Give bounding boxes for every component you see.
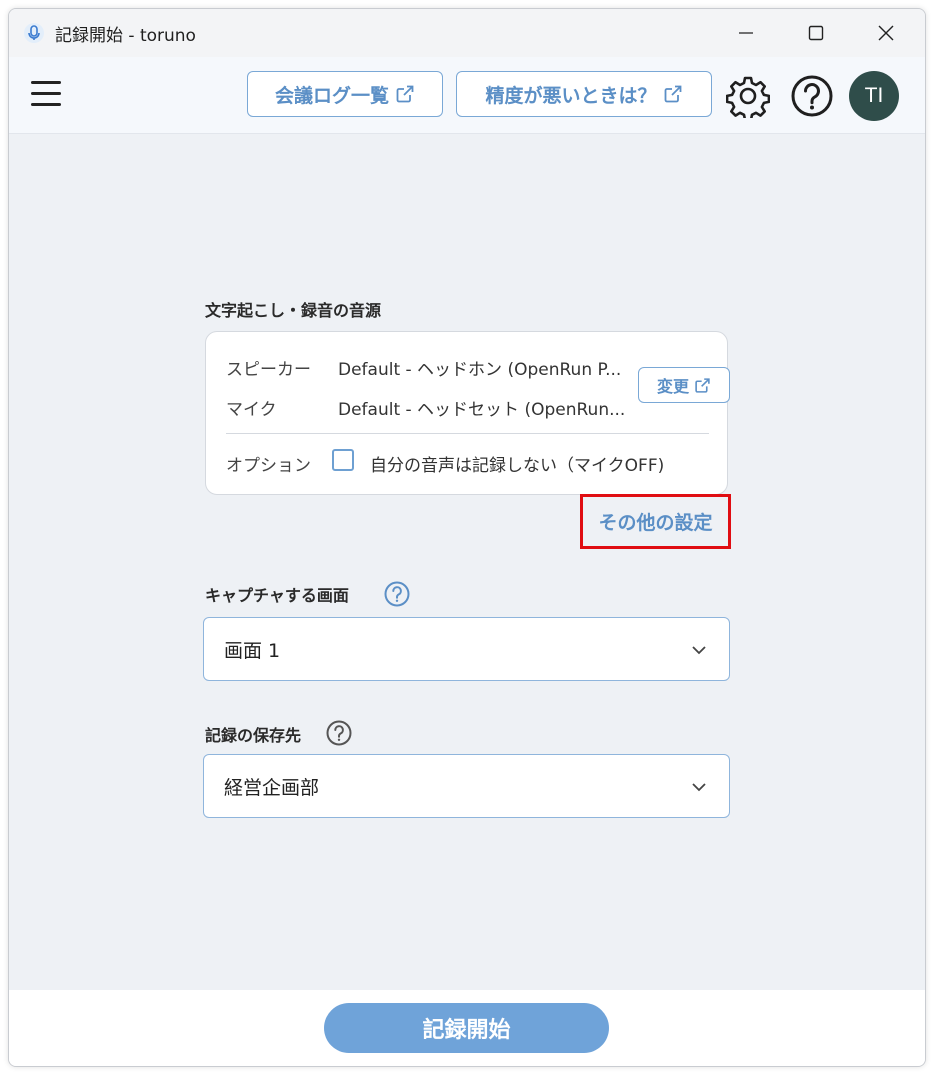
speaker-value: Default - ヘッドホン (OpenRun P...	[338, 360, 622, 380]
minimize-button[interactable]	[711, 9, 781, 57]
capture-help-icon[interactable]	[384, 581, 410, 607]
option-label: オプション	[226, 456, 311, 476]
meeting-log-button[interactable]: 会議ログ一覧	[247, 71, 443, 117]
close-button[interactable]	[851, 9, 921, 57]
capture-screen-title: キャプチャする画面	[205, 586, 349, 605]
save-destination-title: 記録の保存先	[205, 726, 302, 745]
other-settings-label: その他の設定	[598, 512, 713, 534]
microphone-icon	[24, 23, 44, 43]
footer: 記録開始	[9, 990, 925, 1066]
meeting-log-label: 会議ログ一覧	[274, 84, 389, 107]
window-title: 記録開始 - toruno	[55, 26, 196, 46]
audio-source-title: 文字起こし・録音の音源	[205, 301, 382, 320]
menu-icon[interactable]	[31, 81, 61, 109]
external-link-icon	[695, 377, 710, 393]
mute-self-label: 自分の音声は記録しない（マイクOFF)	[370, 456, 665, 476]
audio-source-card: スピーカー Default - ヘッドホン (OpenRun P... マイク …	[205, 331, 730, 495]
mute-self-checkbox[interactable]	[332, 449, 354, 471]
external-link-icon	[664, 85, 681, 103]
help-icon[interactable]	[790, 74, 834, 118]
start-recording-label: 記録開始	[422, 1018, 511, 1043]
other-settings-link[interactable]: その他の設定	[580, 494, 731, 549]
speaker-label: スピーカー	[226, 360, 311, 380]
app-toolbar: 会議ログ一覧 精度が悪いときは？ TI	[9, 57, 925, 134]
accuracy-help-button[interactable]: 精度が悪いときは？	[456, 71, 712, 117]
minimize-icon	[739, 32, 753, 34]
avatar[interactable]: TI	[849, 71, 899, 121]
save-destination-help-icon[interactable]	[326, 720, 352, 746]
change-device-button[interactable]: 変更	[638, 367, 730, 403]
maximize-button[interactable]	[781, 9, 851, 57]
save-destination-value: 経営企画部	[224, 777, 320, 799]
start-recording-button[interactable]: 記録開始	[324, 1003, 609, 1053]
mic-value: Default - ヘッドセット (OpenRun...	[338, 400, 626, 420]
capture-screen-value: 画面 1	[224, 640, 281, 662]
maximize-icon	[808, 25, 824, 41]
avatar-initials: TI	[864, 84, 884, 107]
chevron-down-icon	[692, 783, 706, 792]
mic-label: マイク	[226, 400, 277, 420]
title-bar: 記録開始 - toruno	[9, 9, 925, 57]
chevron-down-icon	[692, 646, 706, 655]
divider	[226, 433, 709, 434]
gear-icon[interactable]	[726, 74, 770, 118]
app-window: 記録開始 - toruno 会議ログ一覧 精度が悪いときは？ TI 文字起こし・…	[8, 8, 926, 1067]
close-icon	[878, 25, 894, 41]
change-device-label: 変更	[656, 377, 689, 396]
save-destination-select[interactable]: 経営企画部	[203, 754, 730, 818]
external-link-icon	[396, 85, 414, 103]
capture-screen-select[interactable]: 画面 1	[203, 617, 730, 681]
accuracy-help-label: 精度が悪いときは？	[485, 84, 657, 107]
